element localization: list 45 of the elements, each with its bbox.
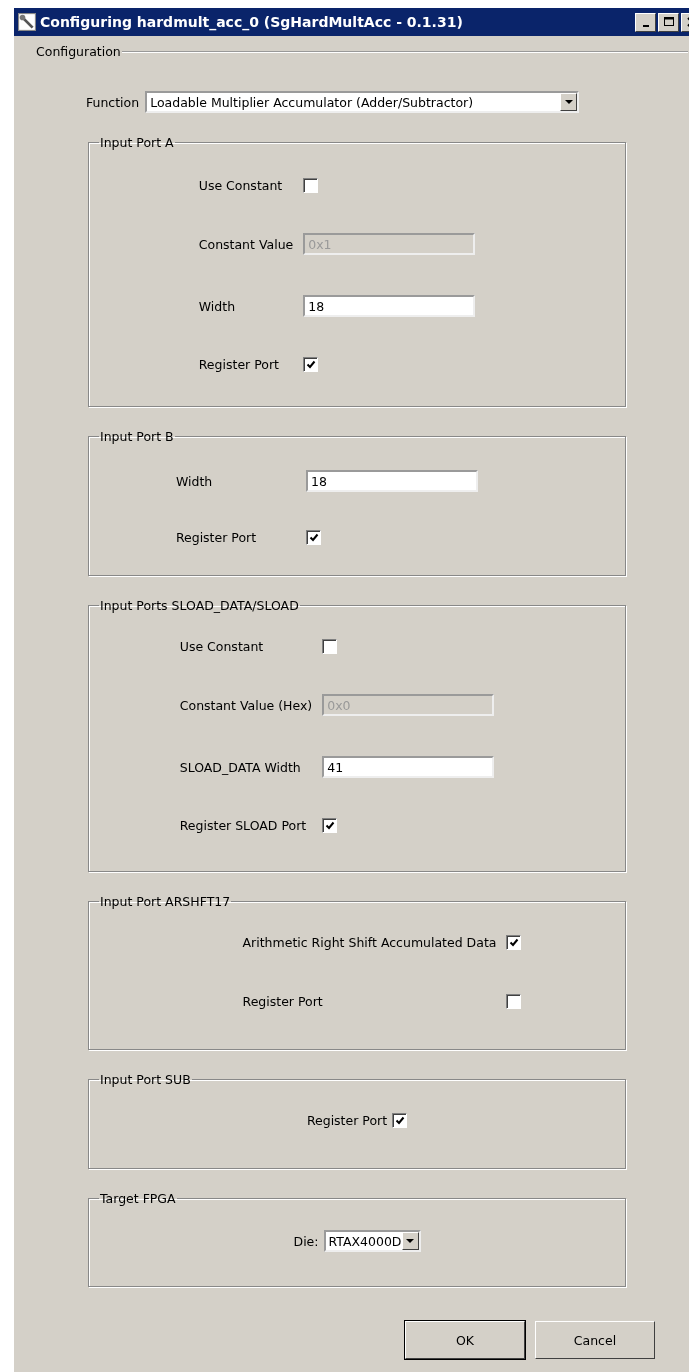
- checkbox-label: Register Port: [175, 530, 257, 545]
- die-label: Die:: [293, 1233, 319, 1249]
- checkbox[interactable]: [392, 1113, 408, 1128]
- field-label: SLOAD_DATA Width: [179, 759, 302, 775]
- caret-icon: [564, 99, 573, 105]
- minimize-icon: [642, 25, 649, 27]
- checkbox-label: Register Port: [306, 1113, 388, 1128]
- maximize-button[interactable]: [658, 12, 679, 32]
- field-label: Width: [175, 473, 214, 489]
- group-title: Input Ports SLOAD_DATA/SLOAD: [99, 598, 300, 613]
- caret-icon: [406, 1238, 414, 1244]
- section-title: Configuration: [36, 44, 121, 59]
- checkbox[interactable]: [322, 639, 338, 654]
- input-field[interactable]: 18: [303, 295, 476, 317]
- group-title: Input Port SUB: [99, 1072, 192, 1087]
- minimize-button[interactable]: [635, 12, 656, 32]
- group-title: Input Port A: [99, 135, 175, 150]
- checkbox[interactable]: [303, 178, 319, 193]
- checkbox-label: Arithmetic Right Shift Accumulated Data: [242, 935, 497, 950]
- checkbox[interactable]: [506, 994, 522, 1009]
- checkbox-label: Register SLOAD Port: [179, 818, 308, 833]
- die-dropdown[interactable]: RTAX4000D: [323, 1230, 421, 1252]
- window-title: Configuring hardmult_acc_0 (SgHardMultAcc - 0.1.31): [40, 14, 464, 30]
- field-label: Constant Value (Hex): [179, 697, 313, 713]
- group-title: Input Port B: [99, 429, 175, 444]
- checkbox-label: Use Constant: [179, 639, 265, 654]
- function-label: Function: [86, 94, 140, 110]
- group-title: Target FPGA: [99, 1191, 177, 1206]
- function-dropdown[interactable]: Loadable Multiplier Accumulator (Adder/Subtractor): [145, 91, 580, 113]
- checkbox[interactable]: [322, 818, 338, 833]
- checkbox-label: Register Port: [242, 994, 324, 1009]
- group-title: Input Port ARSHFT17: [99, 894, 232, 909]
- checkbox-label: Register Port: [198, 357, 280, 372]
- checkbox[interactable]: [303, 357, 319, 372]
- ok-button[interactable]: OK: [405, 1321, 525, 1359]
- input-field[interactable]: 41: [322, 756, 495, 778]
- field-label: Width: [198, 298, 237, 314]
- wrench-icon: [18, 13, 36, 31]
- input-field[interactable]: 18: [306, 470, 479, 492]
- checkbox-label: Use Constant: [198, 178, 284, 193]
- field-label: Constant Value: [198, 236, 294, 252]
- cancel-button[interactable]: Cancel: [535, 1321, 655, 1359]
- checkbox[interactable]: [306, 530, 322, 545]
- checkbox[interactable]: [506, 935, 522, 950]
- maximize-icon: [662, 16, 675, 28]
